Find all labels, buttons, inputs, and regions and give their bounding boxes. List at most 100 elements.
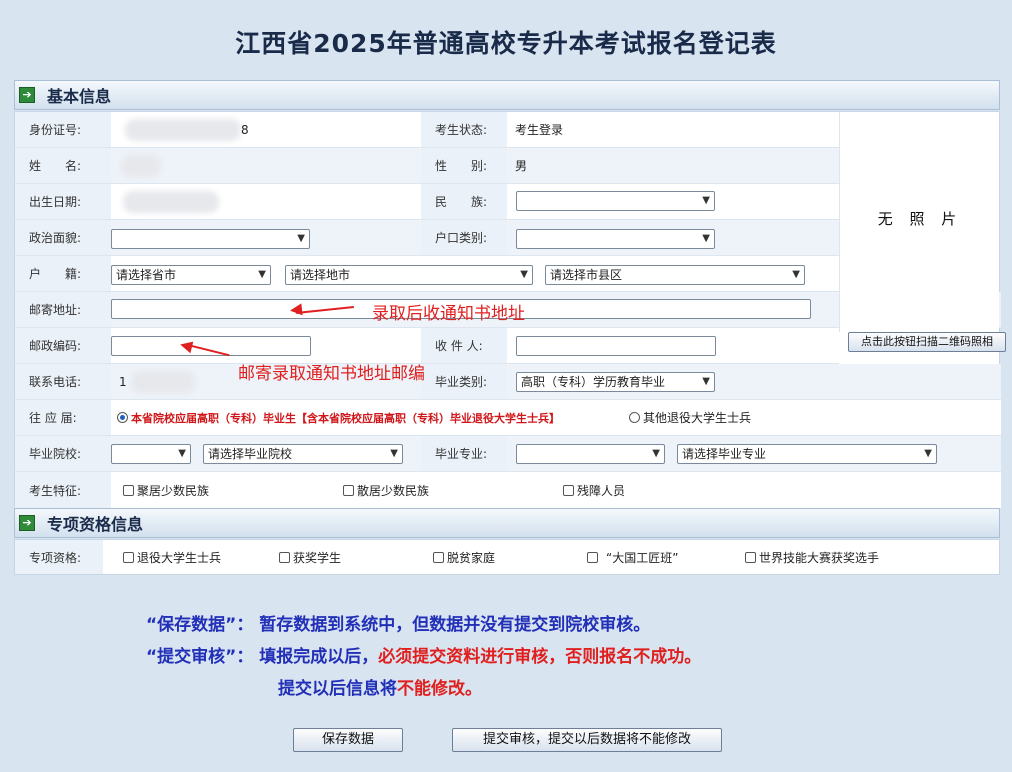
grad-major-select[interactable]: 请选择毕业专业 ▼ — [677, 444, 937, 464]
section-title-special: 专项资格信息 — [47, 515, 144, 534]
name-value — [111, 148, 421, 183]
province-select-value: 请选择省市 — [116, 268, 177, 282]
checkbox-icon[interactable] — [745, 551, 756, 563]
chevron-down-icon: ▼ — [390, 448, 398, 459]
county-select-value: 请选择市县区 — [550, 268, 623, 282]
page-title: 江西省2025年普通高校专升本考试报名登记表 — [235, 29, 777, 58]
note-submit-line3: 提交以后信息将不能修改。 — [278, 674, 482, 699]
note-save-title: “保存数据”： — [146, 615, 254, 635]
redacted-birth — [123, 191, 219, 213]
grad-major-category-select[interactable]: ▼ — [516, 444, 665, 464]
special-option-3[interactable]: 脱贫家庭 — [433, 540, 495, 574]
arrow-head-icon — [289, 303, 303, 317]
redacted-name — [121, 155, 161, 177]
id-label: 身份证号: — [15, 112, 111, 147]
ethnic-select[interactable]: ▼ — [516, 191, 715, 211]
chevron-down-icon: ▼ — [520, 269, 528, 280]
special-option-5[interactable]: 世界技能大赛获奖选手 — [745, 540, 879, 574]
postcode-input[interactable] — [111, 336, 311, 356]
grad-type-select-value: 高职（专科）学历教育毕业 — [521, 375, 666, 389]
birth-value — [111, 184, 421, 219]
expand-arrow-icon[interactable]: ➔ — [19, 87, 35, 103]
radio-selected-icon[interactable] — [117, 412, 128, 423]
row-id: 身份证号: 8 考生状态: 考生登录 — [15, 112, 839, 148]
mail-addr-label: 邮寄地址: — [15, 292, 111, 327]
feature-option-2[interactable]: 散居少数民族 — [343, 472, 429, 508]
feature-option-1[interactable]: 聚居少数民族 — [123, 472, 209, 508]
note-line3a: 提交以后信息将 — [278, 679, 397, 699]
row-special: 专项资格: 退役大学生士兵 获奖学生 脱贫家庭 “大国工匠班” 世界技能大赛获奖… — [15, 540, 999, 574]
status-label: 考生状态: — [421, 112, 507, 147]
cohort-option-2-label: 其他退役大学生士兵 — [643, 411, 752, 425]
feature-label: 考生特征: — [15, 472, 111, 508]
cohort-option-2[interactable]: 其他退役大学生士兵 — [629, 400, 829, 435]
row-features: 考生特征: 聚居少数民族 散居少数民族 残障人员 — [15, 472, 1001, 508]
ethnic-cell: ▼ — [507, 184, 839, 219]
chevron-down-icon: ▼ — [702, 376, 710, 387]
section-header-basic: ➔ 基本信息 — [14, 80, 1000, 110]
politics-cell: ▼ — [111, 220, 421, 255]
submit-review-button[interactable]: 提交审核，提交以后数据将不能修改 — [452, 728, 722, 752]
chevron-down-icon: ▼ — [924, 448, 932, 459]
province-select[interactable]: 请选择省市 ▼ — [111, 265, 271, 285]
birth-label: 出生日期: — [15, 184, 111, 219]
row-huji: 户 籍: 请选择省市 ▼ 请选择地市 ▼ 请选择市县区 ▼ — [15, 256, 839, 292]
row-postcode: 邮政编码: 收 件 人: — [15, 328, 839, 364]
chevron-down-icon: ▼ — [702, 233, 710, 244]
checkbox-icon[interactable] — [587, 551, 598, 563]
id-value: 8 — [111, 112, 421, 147]
city-select-value: 请选择地市 — [290, 268, 351, 282]
receiver-label: 收 件 人: — [421, 328, 507, 363]
checkbox-icon[interactable] — [123, 551, 134, 563]
hukou-type-select[interactable]: ▼ — [516, 229, 715, 249]
city-select[interactable]: 请选择地市 ▼ — [285, 265, 533, 285]
grad-school-province-select[interactable]: ▼ — [111, 444, 191, 464]
grad-type-select[interactable]: 高职（专科）学历教育毕业 ▼ — [516, 372, 715, 392]
grad-school-select[interactable]: 请选择毕业院校 ▼ — [203, 444, 403, 464]
checkbox-icon[interactable] — [343, 484, 354, 496]
note-submit-text1: 填报完成以后， — [259, 647, 379, 667]
name-label: 姓 名: — [15, 148, 111, 183]
redacted-id — [125, 119, 241, 141]
special-option-4[interactable]: “大国工匠班” — [587, 540, 678, 574]
scan-qr-photo-button[interactable]: 点击此按钮扫描二维码照相 — [848, 332, 1006, 352]
radio-unselected-icon[interactable] — [629, 412, 640, 423]
feature-option-3[interactable]: 残障人员 — [563, 472, 625, 508]
chevron-down-icon: ▼ — [792, 269, 800, 280]
expand-arrow-icon[interactable]: ➔ — [19, 515, 35, 531]
note-submit-title: “提交审核”： — [146, 647, 254, 667]
checkbox-icon[interactable] — [279, 551, 290, 563]
chevron-down-icon: ▼ — [258, 269, 266, 280]
special-option-1[interactable]: 退役大学生士兵 — [123, 540, 221, 574]
save-button[interactable]: 保存数据 — [293, 728, 403, 752]
cohort-option-1[interactable]: 本省院校应届高职（专科）毕业生【含本省院校应届高职（专科）毕业退役大学生士兵】 — [117, 400, 617, 435]
politics-label: 政治面貌: — [15, 220, 111, 255]
checkbox-icon[interactable] — [123, 484, 134, 496]
row-birth: 出生日期: 民 族: ▼ — [15, 184, 839, 220]
row-politics: 政治面貌: ▼ 户口类别: ▼ — [15, 220, 839, 256]
gender-value: 男 — [515, 159, 528, 173]
id-value-tail: 8 — [241, 122, 249, 137]
gender-label: 性 别: — [421, 148, 507, 183]
grad-school-select-value: 请选择毕业院校 — [208, 447, 293, 461]
county-select[interactable]: 请选择市县区 ▼ — [545, 265, 805, 285]
status-value: 考生登录 — [515, 123, 564, 137]
hukou-type-label: 户口类别: — [421, 220, 507, 255]
annotation-address-hint: 录取后收通知书地址 — [372, 304, 525, 324]
phone-value-head: 1 — [119, 374, 127, 389]
checkbox-icon[interactable] — [433, 551, 444, 563]
receiver-input[interactable] — [516, 336, 716, 356]
phone-label: 联系电话: — [15, 364, 111, 399]
checkbox-icon[interactable] — [563, 484, 574, 496]
note-submit: “提交审核”： 填报完成以后，必须提交资料进行审核，否则报名不成功。 — [146, 642, 701, 667]
special-option-5-label: 世界技能大赛获奖选手 — [759, 550, 880, 565]
grad-type-label: 毕业类别: — [421, 364, 507, 399]
special-option-1-label: 退役大学生士兵 — [137, 550, 222, 565]
politics-select[interactable]: ▼ — [111, 229, 310, 249]
grad-school-label: 毕业院校: — [15, 436, 111, 471]
row-phone: 联系电话: 1 毕业类别: 高职（专科）学历教育毕业 ▼ — [15, 364, 1001, 400]
no-photo-text: 无 照 片 — [877, 210, 963, 228]
special-option-2[interactable]: 获奖学生 — [279, 540, 341, 574]
cohort-option-1-label: 本省院校应届高职（专科）毕业生【含本省院校应届高职（专科）毕业退役大学生士兵】 — [131, 411, 560, 425]
special-option-2-label: 获奖学生 — [293, 550, 342, 565]
